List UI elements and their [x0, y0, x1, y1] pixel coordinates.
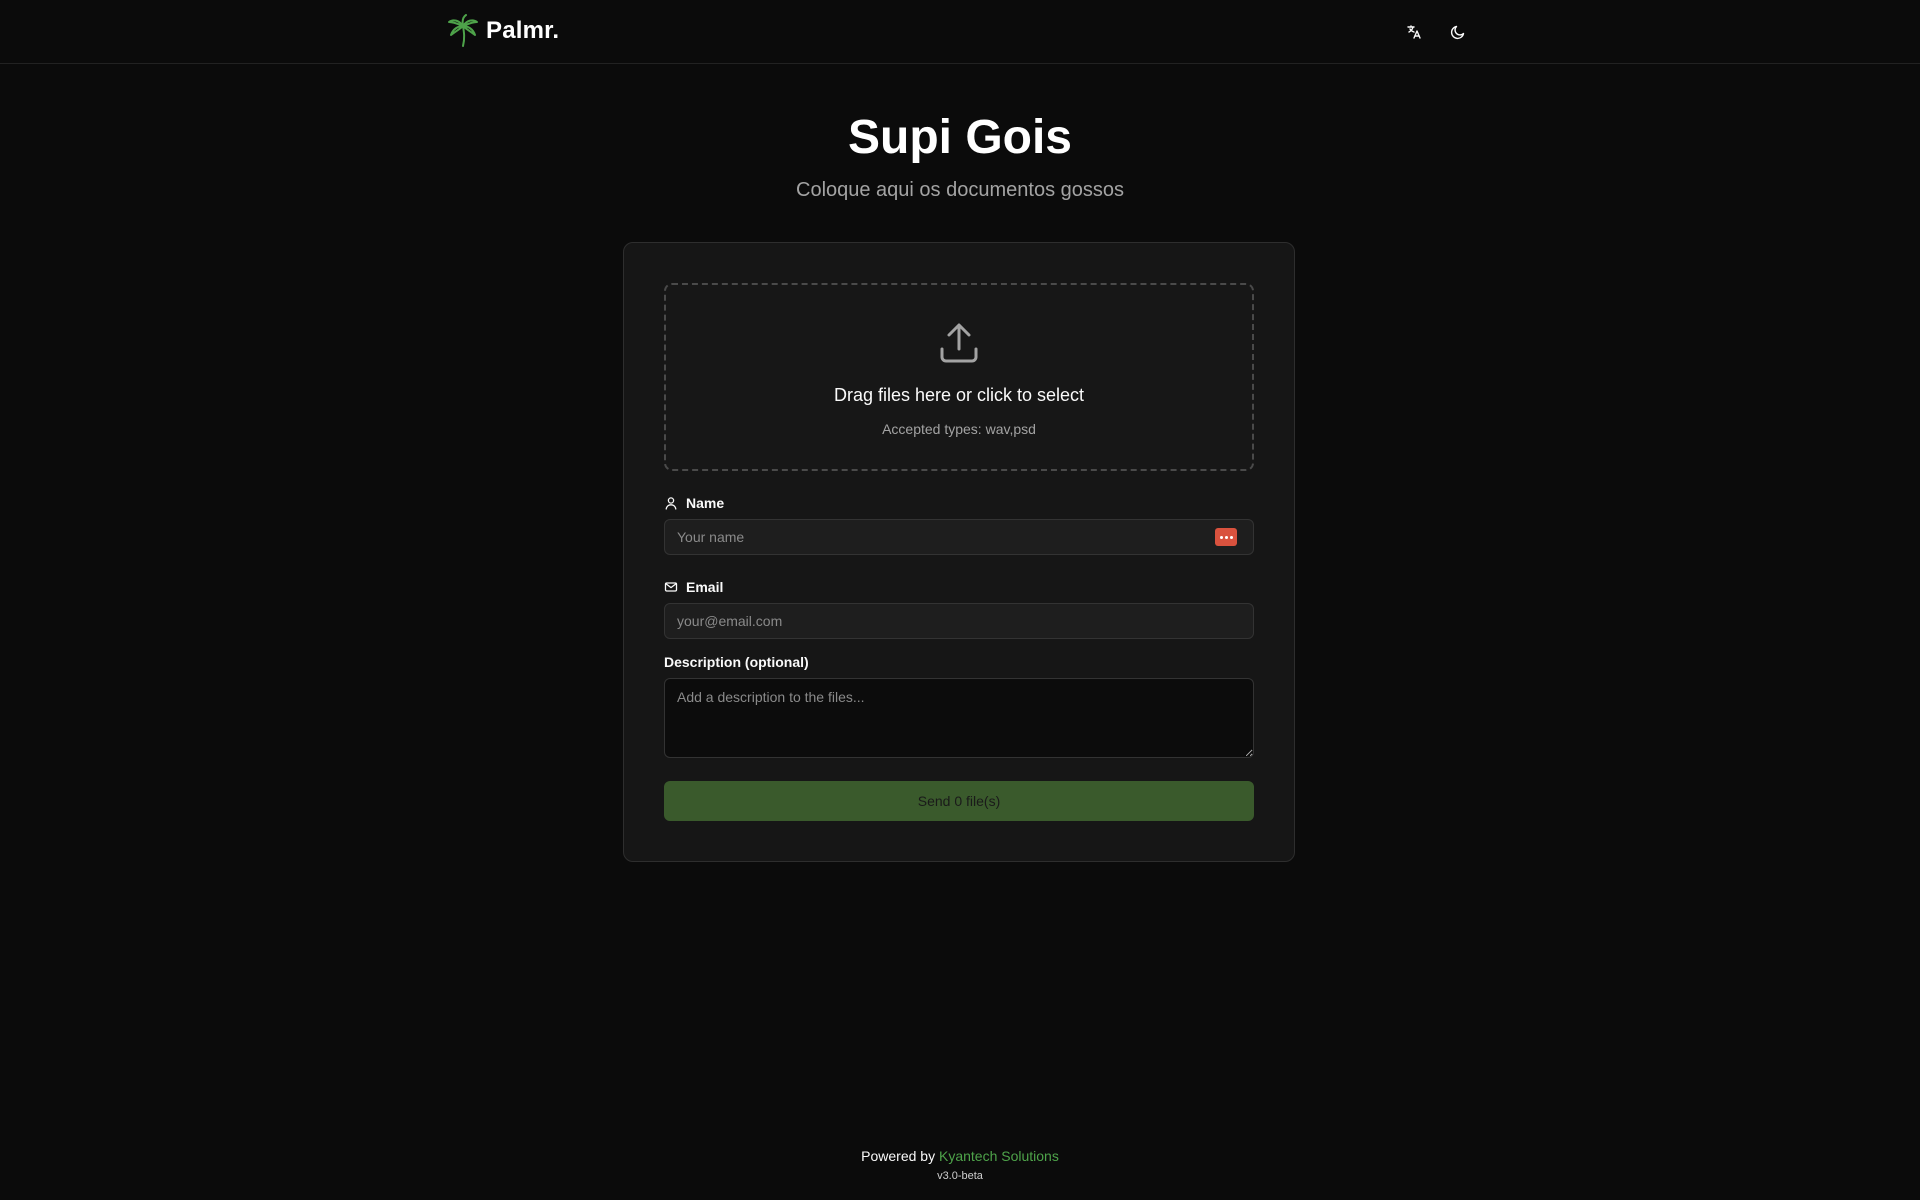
page-title: Supi Gois [847, 111, 1072, 164]
palm-tree-icon [448, 14, 478, 47]
upload-icon [940, 323, 978, 363]
theme-toggle-button[interactable] [1442, 16, 1474, 48]
kyantech-link[interactable]: Kyantech Solutions [939, 1148, 1059, 1164]
file-dropzone[interactable]: Drag files here or click to select Accep… [664, 283, 1254, 471]
send-files-button[interactable]: Send 0 file(s) [664, 781, 1254, 821]
description-label: Description (optional) [664, 654, 809, 670]
brand-name: Palmr. [486, 17, 560, 44]
page-footer: Powered by Kyantech Solutions v3.0-beta [0, 1148, 1920, 1182]
email-label-text: Email [686, 579, 724, 595]
user-icon [665, 497, 677, 510]
name-label-text: Name [686, 495, 725, 511]
mail-icon [664, 582, 678, 592]
dropzone-text: Drag files here or click to select [833, 385, 1085, 405]
password-manager-icon[interactable] [1215, 528, 1237, 546]
description-textarea[interactable] [664, 678, 1254, 758]
powered-by-prefix: Powered by [861, 1148, 936, 1164]
language-switcher-button[interactable] [1398, 16, 1430, 48]
name-input[interactable] [664, 519, 1254, 555]
upload-form-card: Drag files here or click to select Accep… [623, 242, 1295, 862]
powered-by-text: Powered by Kyantech Solutions [0, 1148, 1920, 1164]
email-label: Email [664, 579, 723, 595]
email-input[interactable] [664, 603, 1254, 639]
language-icon [1407, 25, 1421, 39]
name-label: Name [664, 495, 724, 511]
top-navbar: Palmr. [0, 0, 1920, 64]
page-subtitle: Coloque aqui os documentos gossos [796, 179, 1124, 201]
header-actions [1398, 16, 1474, 48]
version-text: v3.0-beta [937, 1170, 983, 1182]
hero-section: Supi Gois Coloque aqui os documentos gos… [0, 105, 1920, 202]
accepted-types-text: Accepted types: wav,psd [882, 421, 1036, 437]
moon-icon [1450, 25, 1465, 40]
brand-home-link[interactable]: Palmr. [446, 14, 559, 48]
description-label-text: Description (optional) [664, 654, 809, 670]
